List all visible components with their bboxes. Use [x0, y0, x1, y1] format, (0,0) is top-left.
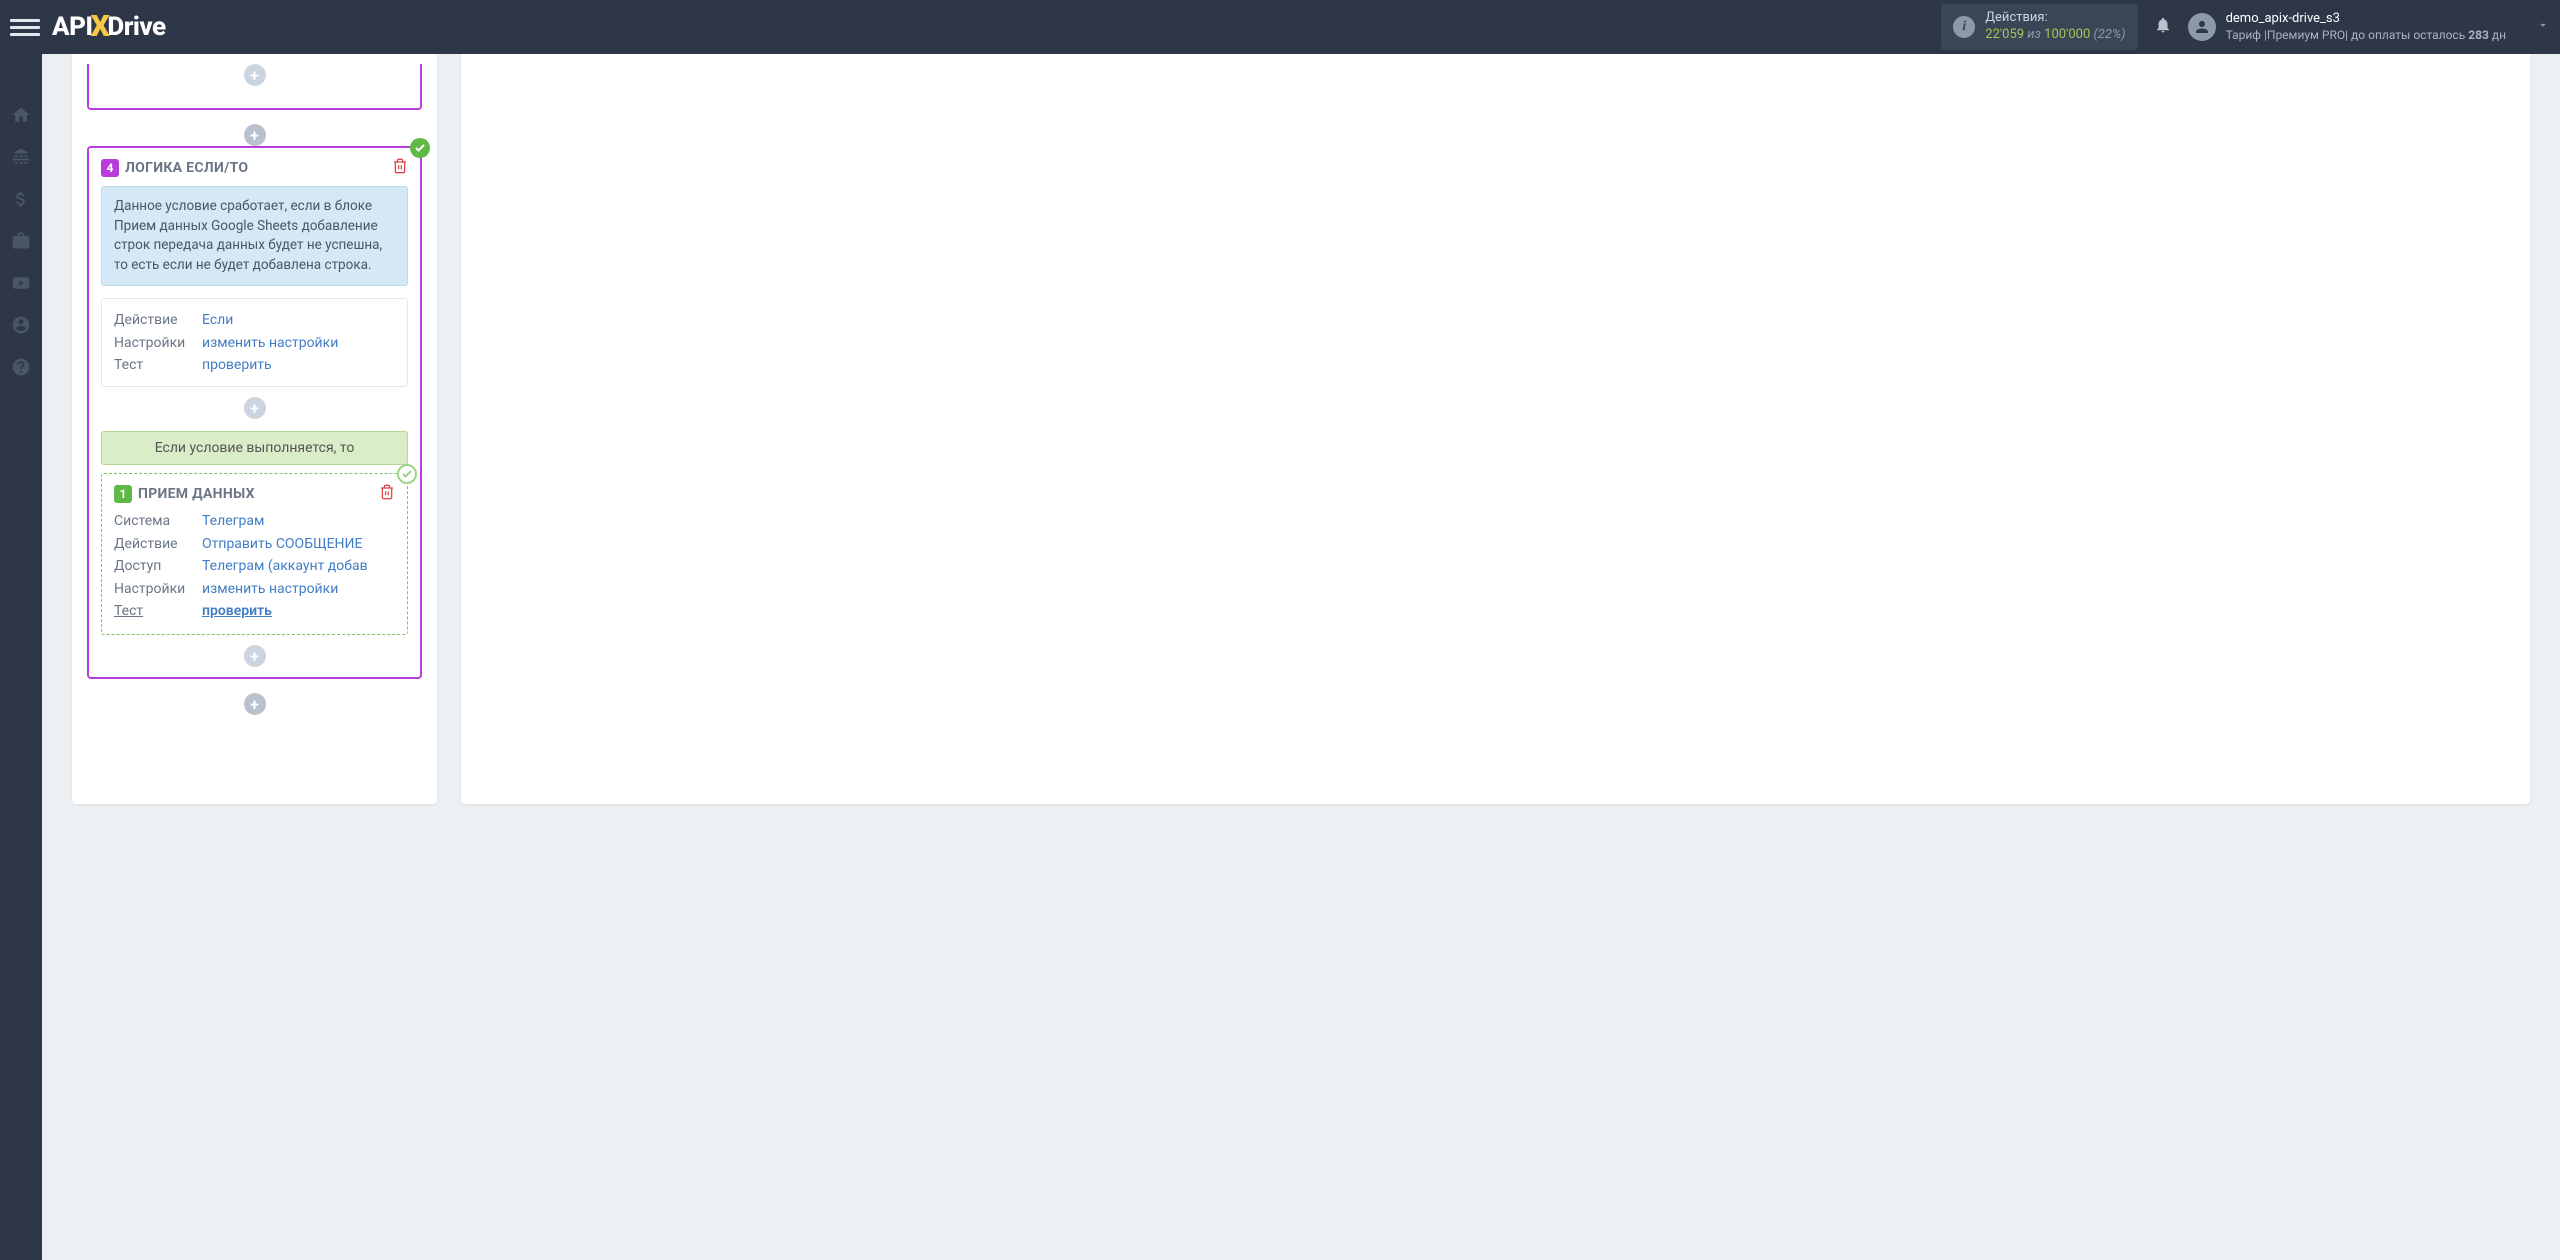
main-panel [461, 54, 2530, 804]
add-step-button[interactable]: + [244, 64, 266, 86]
add-block-button[interactable]: + [244, 693, 266, 715]
check-icon [410, 138, 430, 158]
chevron-down-icon [2536, 18, 2550, 36]
check-outline-icon [397, 464, 417, 484]
kv-row: Настройкиизменить настройки [114, 332, 395, 354]
add-step-button[interactable]: + [244, 397, 266, 419]
workflow-block-top: + [87, 64, 422, 110]
workflow-panel: + + 4 ЛОГИКА ЕСЛИ/ТО Данное условие сраб… [72, 54, 437, 804]
sidebar-sitemap-icon[interactable] [0, 136, 42, 178]
block-title: ПРИЕМ ДАННЫХ [138, 486, 379, 502]
header: APIXDrive i Действия: 22'059 из 100'000 … [0, 0, 2560, 54]
trash-icon[interactable] [379, 484, 395, 504]
user-menu[interactable]: demo_apix-drive_s3 Тариф |Премиум PRO| д… [2188, 11, 2550, 43]
sidebar [0, 54, 42, 1260]
username: demo_apix-drive_s3 [2226, 11, 2506, 28]
sidebar-youtube-icon[interactable] [0, 262, 42, 304]
kv-row: Настройкиизменить настройки [114, 578, 395, 600]
kv-row: ДействиеОтправить СООБЩЕНИЕ [114, 533, 395, 555]
info-icon: i [1953, 16, 1975, 38]
actions-label: Действия: [1985, 10, 2125, 27]
avatar-icon [2188, 13, 2216, 41]
hamburger-icon[interactable] [10, 12, 40, 42]
block-title: ЛОГИКА ЕСЛИ/ТО [125, 160, 392, 176]
kv-row: СистемаТелеграм [114, 510, 395, 532]
content: + + 4 ЛОГИКА ЕСЛИ/ТО Данное условие сраб… [42, 54, 2560, 1260]
sidebar-briefcase-icon[interactable] [0, 220, 42, 262]
trash-icon[interactable] [392, 158, 408, 178]
workflow-block-nested: 1 ПРИЕМ ДАННЫХ СистемаТелеграм ДействиеО… [101, 473, 408, 635]
add-block-button[interactable]: + [244, 124, 266, 146]
sidebar-home-icon[interactable] [0, 94, 42, 136]
kv-row: Тестпроверить [114, 600, 395, 622]
kv-row: ДоступТелеграм (аккаунт добав [114, 555, 395, 577]
actions-counter[interactable]: i Действия: 22'059 из 100'000 (22%) [1941, 4, 2137, 50]
kv-row: Тестпроверить [114, 354, 395, 376]
condition-bar: Если условие выполняется, то [101, 431, 408, 465]
sidebar-help-icon[interactable] [0, 346, 42, 388]
kv-row: ДействиеЕсли [114, 309, 395, 331]
add-step-button[interactable]: + [244, 645, 266, 667]
step-number: 4 [101, 159, 119, 177]
step-number: 1 [114, 485, 132, 503]
settings-box: ДействиеЕсли Настройкиизменить настройки… [101, 298, 408, 387]
tariff-info: Тариф |Премиум PRO| до оплаты осталось 2… [2226, 28, 2506, 44]
sidebar-user-icon[interactable] [0, 304, 42, 346]
workflow-block-logic: 4 ЛОГИКА ЕСЛИ/ТО Данное условие сработае… [87, 146, 422, 679]
bell-icon[interactable] [2154, 16, 2172, 39]
sidebar-dollar-icon[interactable] [0, 178, 42, 220]
logo[interactable]: APIXDrive [52, 10, 166, 45]
info-box: Данное условие сработает, если в блоке П… [101, 186, 408, 286]
